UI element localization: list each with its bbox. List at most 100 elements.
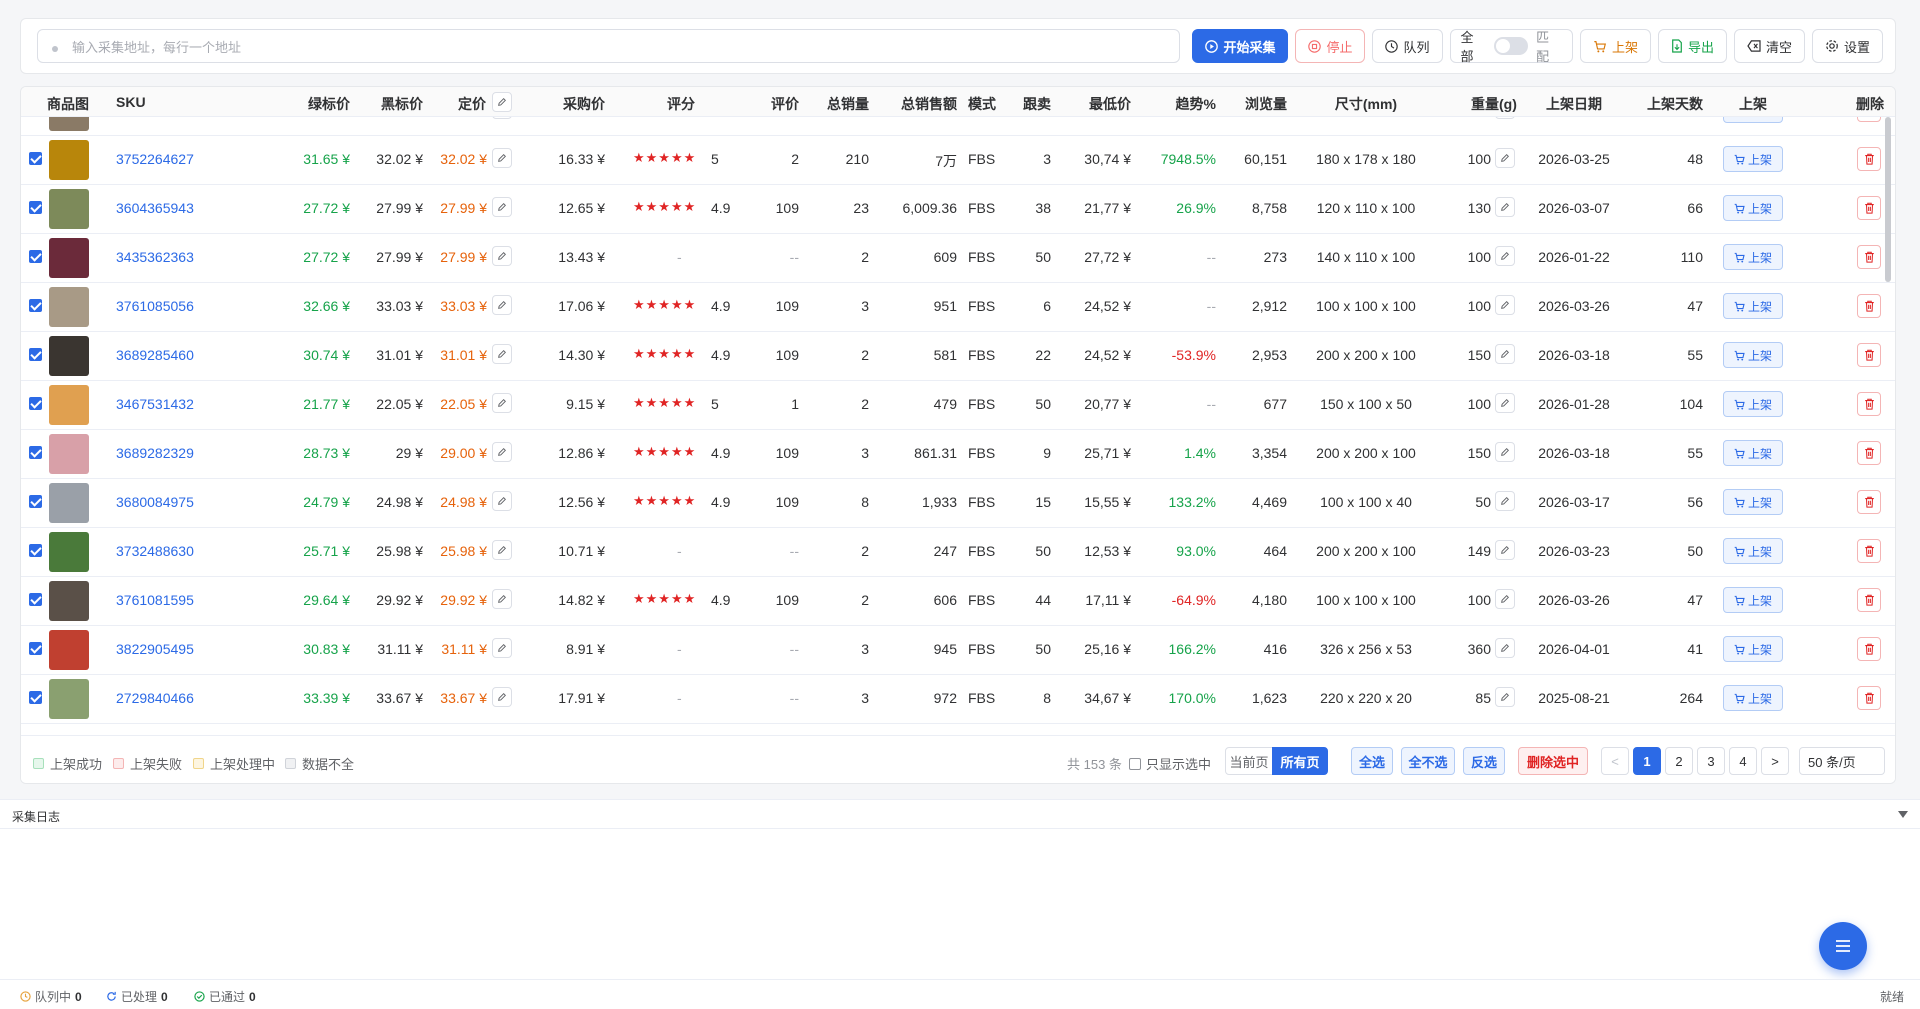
row-shelf-button[interactable]: 上架 <box>1723 195 1783 221</box>
page-3-button[interactable]: 3 <box>1697 747 1725 775</box>
edit-weight-icon[interactable] <box>1495 246 1515 266</box>
row-checkbox[interactable] <box>29 495 42 508</box>
sku-link[interactable]: 3689282329 <box>116 445 194 461</box>
delete-selected-button[interactable]: 删除选中 <box>1518 747 1588 775</box>
url-input[interactable]: 输入采集地址，每行一个地址 <box>37 29 1181 63</box>
row-checkbox[interactable] <box>29 348 42 361</box>
edit-price-icon[interactable] <box>492 246 512 266</box>
row-shelf-button[interactable]: 上架 <box>1723 117 1783 123</box>
row-shelf-button[interactable]: 上架 <box>1723 489 1783 515</box>
page-next-button[interactable]: > <box>1761 747 1789 775</box>
edit-weight-icon[interactable] <box>1495 197 1515 217</box>
export-button[interactable]: 导出 <box>1657 29 1727 63</box>
current-page-button[interactable]: 当前页 <box>1225 747 1273 775</box>
only-selected-checkbox[interactable] <box>1129 757 1141 770</box>
edit-weight-icon[interactable] <box>1495 117 1515 119</box>
edit-price-icon[interactable] <box>492 540 512 560</box>
edit-weight-icon[interactable] <box>1495 344 1515 364</box>
row-shelf-button[interactable]: 上架 <box>1723 293 1783 319</box>
table-scrollbar[interactable] <box>1885 117 1891 282</box>
only-selected-toggle[interactable]: 只显示选中 <box>1129 754 1211 773</box>
edit-price-icon[interactable] <box>492 491 512 511</box>
all-pages-button[interactable]: 所有页 <box>1272 747 1328 775</box>
queue-button[interactable]: 队列 <box>1372 29 1443 63</box>
row-shelf-button[interactable]: 上架 <box>1723 636 1783 662</box>
sku-link[interactable]: 3761085056 <box>116 298 194 314</box>
edit-price-icon[interactable] <box>492 197 512 217</box>
row-shelf-button[interactable]: 上架 <box>1723 587 1783 613</box>
edit-price-icon[interactable] <box>492 117 512 119</box>
page-size-select[interactable]: 50 条/页 <box>1799 747 1885 775</box>
row-shelf-button[interactable]: 上架 <box>1723 391 1783 417</box>
row-delete-button[interactable] <box>1857 441 1881 465</box>
row-checkbox[interactable] <box>29 397 42 410</box>
edit-weight-icon[interactable] <box>1495 589 1515 609</box>
row-checkbox[interactable] <box>29 299 42 312</box>
sku-link[interactable]: 3689285460 <box>116 347 194 363</box>
edit-weight-icon[interactable] <box>1495 393 1515 413</box>
edit-weight-icon[interactable] <box>1495 491 1515 511</box>
row-delete-button[interactable] <box>1857 539 1881 563</box>
edit-price-header-icon[interactable] <box>492 92 512 112</box>
row-checkbox[interactable] <box>29 544 42 557</box>
page-4-button[interactable]: 4 <box>1729 747 1757 775</box>
row-delete-button[interactable] <box>1857 294 1881 318</box>
match-toggle[interactable] <box>1494 37 1529 55</box>
edit-weight-icon[interactable] <box>1495 442 1515 462</box>
edit-weight-icon[interactable] <box>1495 638 1515 658</box>
edit-weight-icon[interactable] <box>1495 295 1515 315</box>
row-checkbox[interactable] <box>29 642 42 655</box>
row-shelf-button[interactable]: 上架 <box>1723 244 1783 270</box>
row-delete-button[interactable] <box>1857 637 1881 661</box>
row-checkbox[interactable] <box>29 250 42 263</box>
sku-link[interactable]: 3761081595 <box>116 592 194 608</box>
edit-price-icon[interactable] <box>492 295 512 315</box>
chevron-down-icon[interactable] <box>1898 811 1908 819</box>
row-delete-button[interactable] <box>1857 686 1881 710</box>
page-prev-button[interactable]: < <box>1601 747 1629 775</box>
row-delete-button[interactable] <box>1857 343 1881 367</box>
page-2-button[interactable]: 2 <box>1665 747 1693 775</box>
row-shelf-button[interactable]: 上架 <box>1723 440 1783 466</box>
row-delete-button[interactable] <box>1857 196 1881 220</box>
row-checkbox[interactable] <box>29 201 42 214</box>
row-checkbox[interactable] <box>29 593 42 606</box>
edit-price-icon[interactable] <box>492 638 512 658</box>
select-all-button[interactable]: 全选 <box>1351 747 1393 775</box>
sku-link[interactable]: 3604365943 <box>116 200 194 216</box>
edit-price-icon[interactable] <box>492 148 512 168</box>
invert-selection-button[interactable]: 反选 <box>1463 747 1505 775</box>
row-shelf-button[interactable]: 上架 <box>1723 538 1783 564</box>
row-delete-button[interactable] <box>1857 392 1881 416</box>
sku-link[interactable]: 3752264627 <box>116 151 194 167</box>
edit-price-icon[interactable] <box>492 393 512 413</box>
sku-link[interactable]: 3761080647 <box>116 117 194 118</box>
page-1-button[interactable]: 1 <box>1633 747 1661 775</box>
start-collect-button[interactable]: 开始采集 <box>1192 29 1289 63</box>
row-delete-button[interactable] <box>1857 588 1881 612</box>
row-delete-button[interactable] <box>1857 245 1881 269</box>
edit-weight-icon[interactable] <box>1495 687 1515 707</box>
edit-price-icon[interactable] <box>492 344 512 364</box>
row-checkbox[interactable] <box>29 152 42 165</box>
row-delete-button[interactable] <box>1857 490 1881 514</box>
row-delete-button[interactable] <box>1857 117 1881 122</box>
clear-button[interactable]: 清空 <box>1733 29 1805 63</box>
sku-link[interactable]: 3467531432 <box>116 396 194 412</box>
edit-weight-icon[interactable] <box>1495 540 1515 560</box>
edit-price-icon[interactable] <box>492 442 512 462</box>
sku-link[interactable]: 2729840466 <box>116 690 194 706</box>
sku-link[interactable]: 3435362363 <box>116 249 194 265</box>
menu-fab-button[interactable] <box>1819 922 1867 970</box>
sku-link[interactable]: 3680084975 <box>116 494 194 510</box>
row-shelf-button[interactable]: 上架 <box>1723 342 1783 368</box>
edit-weight-icon[interactable] <box>1495 148 1515 168</box>
settings-button[interactable]: 设置 <box>1811 29 1883 63</box>
row-checkbox[interactable] <box>29 691 42 704</box>
shelf-all-button[interactable]: 上架 <box>1579 29 1651 63</box>
row-shelf-button[interactable]: 上架 <box>1723 146 1783 172</box>
sku-link[interactable]: 3822905495 <box>116 641 194 657</box>
stop-button[interactable]: 停止 <box>1295 29 1366 63</box>
row-delete-button[interactable] <box>1857 147 1881 171</box>
row-checkbox[interactable] <box>29 446 42 459</box>
